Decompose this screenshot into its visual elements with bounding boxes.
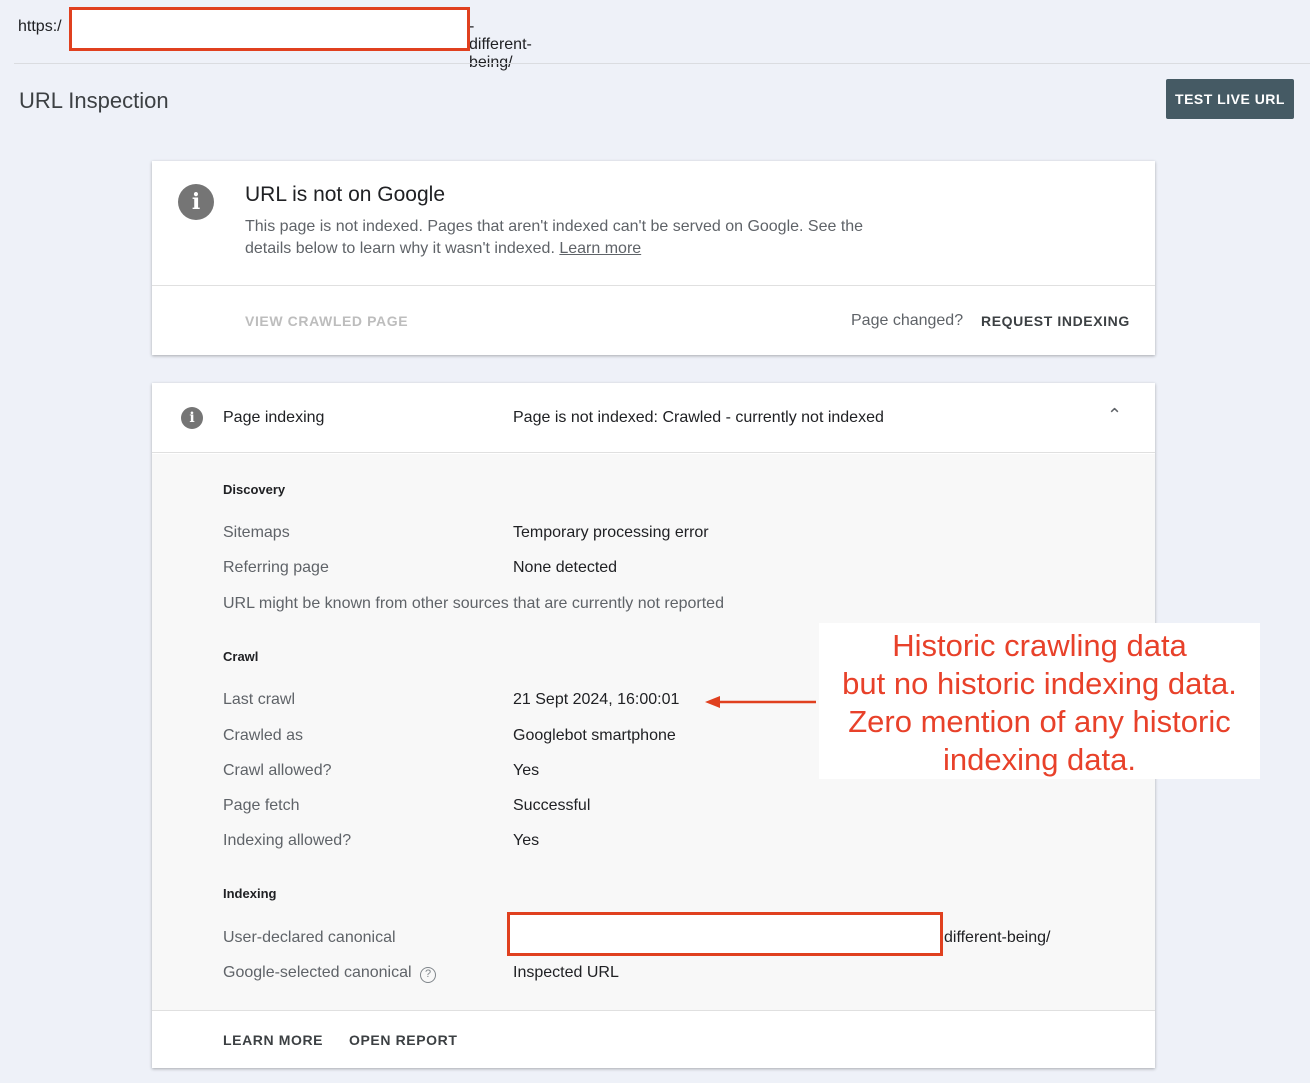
referring-page-label: Referring page [223,559,329,576]
indexing-heading: Indexing [223,886,277,901]
annotation-line: indexing data. [942,742,1137,777]
divider [152,1010,1155,1011]
page-title: URL Inspection [19,88,169,113]
status-description: This page is not indexed. Pages that are… [245,216,885,260]
page-indexing-label: Page indexing [223,409,325,426]
google-canonical-label: Google-selected canonical ? [223,964,437,983]
url-prefix: https:/ [18,18,62,35]
last-crawl-label: Last crawl [223,691,296,708]
learn-more-button[interactable]: LEARN MORE [223,1032,323,1048]
discovery-note: URL might be known from other sources th… [223,595,724,612]
redaction-box [507,912,943,956]
discovery-heading: Discovery [223,482,286,497]
last-crawl-value: 21 Sept 2024, 16:00:01 [513,691,680,708]
divider [152,285,1155,286]
info-icon: i [181,407,203,429]
annotation-callout: Historic crawling data but no historic i… [819,623,1260,779]
info-icon: i [178,184,214,220]
chevron-up-icon[interactable]: ⌃ [1107,405,1122,426]
view-crawled-page-button[interactable]: VIEW CRAWLED PAGE [245,313,408,329]
annotation-line: Historic crawling data [892,628,1187,663]
crawled-as-label: Crawled as [223,727,304,744]
page-fetch-label: Page fetch [223,797,300,814]
request-indexing-button[interactable]: REQUEST INDEXING [981,313,1130,329]
help-icon[interactable]: ? [420,967,437,983]
status-card: i URL is not on Google This page is not … [152,161,1155,355]
description-text: This page is not indexed. Pages that are… [245,218,864,257]
divider [14,63,1310,64]
indexing-allowed-label: Indexing allowed? [223,832,352,849]
learn-more-link[interactable]: Learn more [559,240,641,257]
page-fetch-value: Successful [513,797,591,814]
sitemaps-value: Temporary processing error [513,524,709,541]
crawled-as-value: Googlebot smartphone [513,727,676,744]
page-indexing-header[interactable]: i Page indexing Page is not indexed: Cra… [152,383,1155,453]
open-report-button[interactable]: OPEN REPORT [349,1032,458,1048]
status-title: URL is not on Google [245,183,446,206]
crawl-allowed-label: Crawl allowed? [223,762,332,779]
annotation-line: but no historic indexing data. [842,666,1237,701]
test-live-url-button[interactable]: TEST LIVE URL [1166,79,1294,119]
page-indexing-status: Page is not indexed: Crawled - currently… [513,409,884,426]
google-canonical-text: Google-selected canonical [223,964,412,981]
crawl-allowed-value: Yes [513,762,540,779]
inspected-url: https:/-different-being/ [18,18,532,71]
referring-page-value: None detected [513,559,618,576]
sitemaps-label: Sitemaps [223,524,290,541]
annotation-arrow-icon [705,696,816,708]
user-canonical-label: User-declared canonical [223,929,396,946]
google-canonical-value: Inspected URL [513,964,619,981]
crawl-heading: Crawl [223,649,259,664]
redaction-box [69,7,470,51]
user-canonical-value: different-being/ [944,929,1051,946]
indexing-allowed-value: Yes [513,832,540,849]
annotation-line: Zero mention of any historic [848,704,1231,739]
page-changed-label: Page changed? [851,312,964,329]
